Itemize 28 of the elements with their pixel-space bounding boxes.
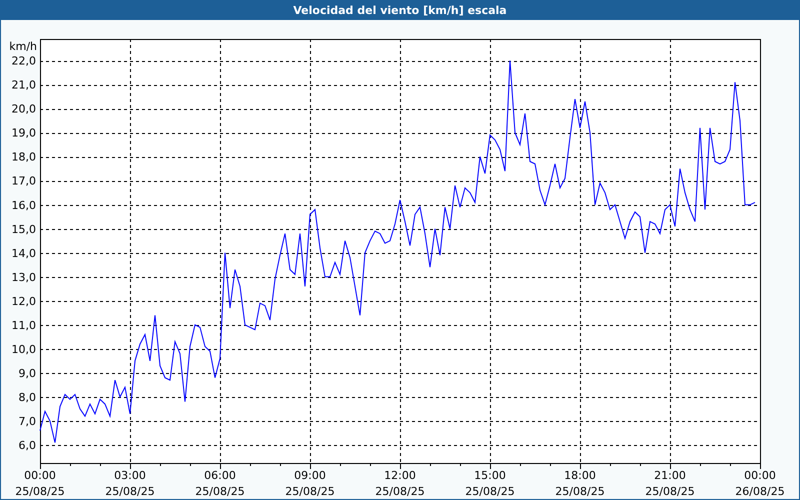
axis-label: 16,0 [12, 198, 36, 212]
axis-title: km/h [9, 40, 37, 53]
axis-label: 11,0 [12, 318, 36, 332]
axis-label: 21:00 25/08/25 [645, 469, 695, 498]
axis-label: 10,0 [12, 342, 36, 356]
axis-label: 00:00 25/08/25 [15, 469, 65, 498]
axis-label: 12:00 25/08/25 [375, 469, 425, 498]
axis-label: 7,0 [18, 414, 36, 428]
axis-label: 20,0 [12, 102, 36, 116]
axis-label: 15,0 [12, 222, 36, 236]
axis-label: 21,0 [12, 78, 36, 92]
axis-label: 22,0 [12, 54, 36, 68]
title-bar: Velocidad del viento [km/h] escala [1, 0, 799, 20]
axis-label: 8,0 [18, 390, 36, 404]
axis-label: 13,0 [12, 270, 36, 284]
axis-label: 03:00 25/08/25 [105, 469, 155, 498]
axis-label: 09:00 25/08/25 [285, 469, 335, 498]
axis-label: 00:00 26/08/25 [735, 469, 785, 498]
axis-label: 18:00 25/08/25 [555, 469, 605, 498]
axis-label: 6,0 [18, 438, 36, 452]
axis-label: 9,0 [18, 366, 36, 380]
axis-label: 14,0 [12, 246, 36, 260]
axis-label: 19,0 [12, 126, 36, 140]
axis-label: 18,0 [12, 150, 36, 164]
axis-label: 12,0 [12, 294, 36, 308]
axis-label: 15:00 25/08/25 [465, 469, 515, 498]
axis-label: 17,0 [12, 174, 36, 188]
axis-label: 06:00 25/08/25 [195, 469, 245, 498]
